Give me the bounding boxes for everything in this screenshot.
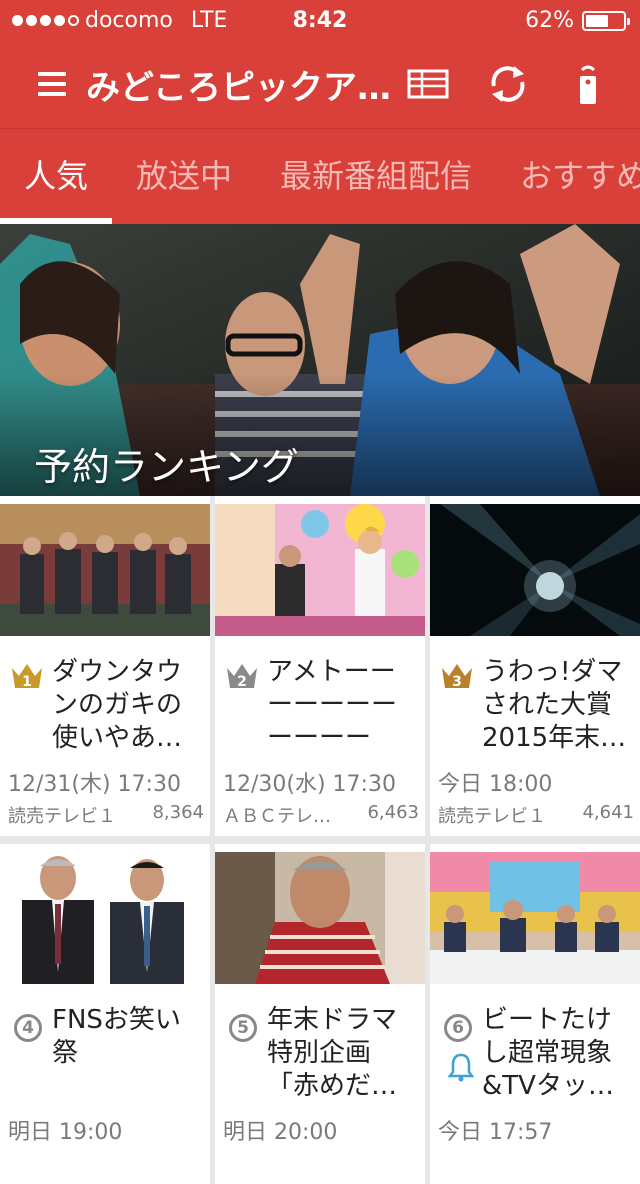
app-header: docomo LTE 8:42 62% みどころピックア… 人気 放送中 最新番… [0, 0, 640, 224]
program-title: 年末ドラマ特別企画「赤めだ… [267, 1005, 398, 1101]
reservation-count: 6,463 [367, 802, 419, 823]
bronze-crown-icon: 3 [440, 660, 474, 690]
air-time: 12/30(水) 17:30 [223, 772, 396, 797]
tab-popular[interactable]: 人気 [24, 151, 88, 197]
program-thumbnail [0, 852, 210, 984]
battery-icon [582, 10, 630, 31]
program-card[interactable]: 5 年末ドラマ特別企画「赤めだ… 明日 20:00 [215, 844, 425, 1184]
air-time: 今日 17:57 [438, 1120, 553, 1145]
air-time: 今日 18:00 [438, 772, 553, 797]
reservation-count: 8,364 [152, 802, 204, 823]
program-title: ダウンタウンのガキの使いやあ… [52, 657, 183, 753]
rank-number-badge: 4 [10, 1008, 44, 1042]
program-card[interactable]: 2 アメトーーーーーーーーーーーク… 12/30(水) 17:30 ＡＢＣテレ…… [215, 496, 425, 836]
refresh-icon[interactable] [486, 62, 530, 106]
program-card[interactable]: 1 ダウンタウンのガキの使いやあ… 12/31(木) 17:30 読売テレビ１ … [0, 496, 210, 836]
status-bar: docomo LTE 8:42 62% [0, 0, 640, 40]
battery-percent: 62% [525, 8, 574, 33]
rank-number-badge: 6 [440, 1008, 474, 1042]
svg-text:3: 3 [452, 674, 462, 690]
tab-on-air[interactable]: 放送中 [136, 151, 232, 197]
tab-recommended[interactable]: おすすめ [520, 151, 640, 197]
channel-name: 読売テレビ１ [8, 806, 116, 827]
reservation-count: 4,641 [582, 802, 634, 823]
air-time: 明日 20:00 [223, 1120, 338, 1145]
remote-control-icon[interactable] [566, 62, 610, 106]
page-title: みどころピックア… [86, 68, 391, 108]
program-thumbnail [215, 504, 425, 636]
reminder-bell-icon[interactable] [447, 1052, 475, 1082]
gold-crown-icon: 1 [10, 660, 44, 690]
tab-bar: 人気 放送中 最新番組配信 おすすめ [0, 129, 640, 224]
hero-label: 予約ランキング [34, 445, 299, 489]
program-thumbnail [430, 504, 640, 636]
program-thumbnail [215, 852, 425, 984]
program-card[interactable]: 6 ビートたけし超常現象&TVタッ… 今日 17:57 [430, 844, 640, 1184]
rank-number-badge: 5 [225, 1008, 259, 1042]
program-title: FNSお笑い祭 [52, 1005, 181, 1068]
program-card[interactable]: 4 FNSお笑い祭 明日 19:00 [0, 844, 210, 1184]
program-thumbnail [0, 504, 210, 636]
silver-crown-icon: 2 [225, 660, 259, 690]
menu-icon[interactable] [38, 72, 66, 96]
channel-name: 読売テレビ１ [438, 806, 546, 827]
program-title: ビートたけし超常現象&TVタッ… [482, 1005, 614, 1101]
toolbar: みどころピックア… [0, 40, 640, 128]
tab-latest-streaming[interactable]: 最新番組配信 [280, 151, 472, 197]
svg-text:1: 1 [22, 674, 32, 690]
air-time: 明日 19:00 [8, 1120, 123, 1145]
program-guide-icon[interactable] [406, 62, 450, 106]
svg-text:2: 2 [237, 674, 247, 690]
channel-name: ＡＢＣテレ… [223, 806, 331, 827]
program-title: アメトーーーーーーーーーーーク… [267, 657, 398, 753]
hero-banner[interactable]: 予約ランキング [0, 224, 640, 496]
program-title: うわっ!ダマされた大賞2015年末… [482, 657, 627, 753]
air-time: 12/31(木) 17:30 [8, 772, 181, 797]
program-card[interactable]: 3 うわっ!ダマされた大賞2015年末… 今日 18:00 読売テレビ１ 4,6… [430, 496, 640, 836]
program-thumbnail [430, 852, 640, 984]
